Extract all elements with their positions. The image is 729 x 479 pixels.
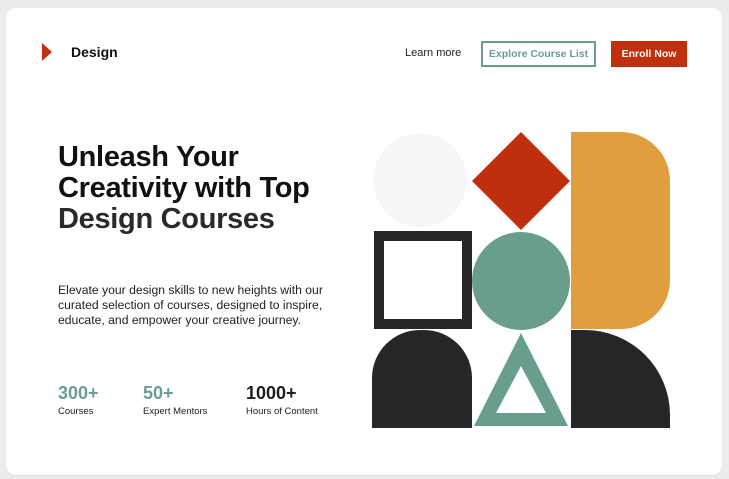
stat-value: 50+ bbox=[143, 383, 174, 403]
stat-label: Courses bbox=[58, 406, 94, 417]
stat-label: Hours of Content bbox=[246, 406, 318, 417]
stat-value: 300+ bbox=[58, 383, 99, 403]
stat-value: 1000+ bbox=[246, 383, 297, 403]
logo-text[interactable]: Design bbox=[71, 44, 118, 60]
logo-triangle-icon bbox=[42, 43, 52, 61]
hero-description: Elevate your design skills to new height… bbox=[58, 283, 323, 328]
stat-courses: 300+ Courses bbox=[58, 383, 99, 417]
explore-course-list-button[interactable]: Explore Course List bbox=[481, 41, 596, 67]
geometric-artwork bbox=[372, 132, 670, 428]
red-diamond-shape bbox=[472, 132, 570, 230]
orange-rounded-block-shape bbox=[571, 132, 670, 329]
enroll-now-button[interactable]: Enroll Now bbox=[611, 41, 687, 67]
hero-title-main: Unleash Your Creativity with Top bbox=[58, 141, 310, 204]
learn-more-link[interactable]: Learn more bbox=[405, 47, 461, 59]
square-outline-shape bbox=[374, 231, 472, 329]
stat-hours: 1000+ Hours of Content bbox=[246, 383, 318, 417]
hero-title-accent: Design Courses bbox=[58, 203, 275, 235]
hero-title: Unleash Your Creativity with Top Design … bbox=[58, 142, 348, 235]
teal-circle-shape bbox=[472, 232, 570, 330]
faint-circle-shape bbox=[373, 133, 467, 227]
dark-quarter-shape bbox=[571, 330, 670, 428]
stat-mentors: 50+ Expert Mentors bbox=[143, 383, 207, 417]
stat-label: Expert Mentors bbox=[143, 406, 208, 417]
dark-rounded-block-shape bbox=[372, 330, 472, 428]
